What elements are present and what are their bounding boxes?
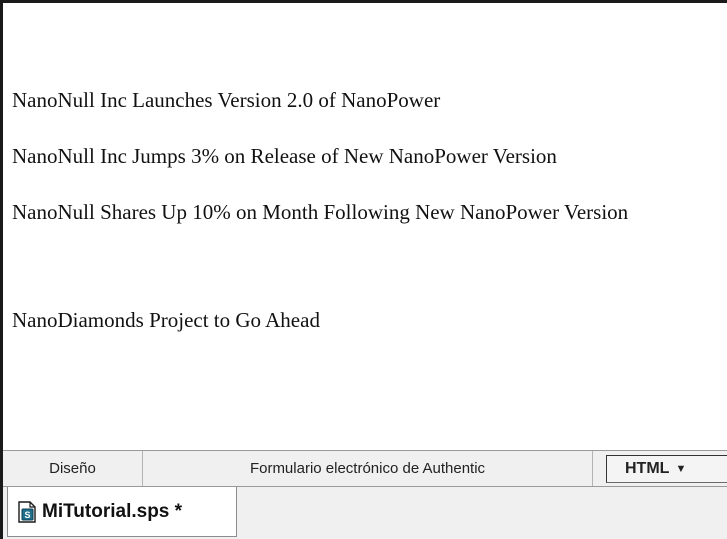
tab-html-label: HTML	[625, 460, 670, 477]
document-tab-bar: S MiTutorial.sps *	[3, 486, 727, 539]
sps-file-icon: S	[18, 500, 36, 523]
headline-3: NanoNull Shares Up 10% on Month Followin…	[12, 200, 629, 224]
tab-authentic[interactable]: Formulario electrónico de Authentic	[143, 451, 593, 487]
tab-html[interactable]: HTML ▼	[606, 455, 727, 483]
document-tab-label: MiTutorial.sps *	[42, 500, 183, 522]
view-tab-bar: Diseño Formulario electrónico de Authent…	[3, 450, 727, 487]
headline-1: NanoNull Inc Launches Version 2.0 of Nan…	[12, 88, 441, 112]
headline-4: NanoDiamonds Project to Go Ahead	[12, 308, 320, 332]
chevron-down-icon[interactable]: ▼	[675, 456, 686, 482]
svg-text:S: S	[24, 510, 30, 520]
tab-design[interactable]: Diseño	[3, 451, 143, 487]
headline-2: NanoNull Inc Jumps 3% on Release of New …	[12, 144, 557, 168]
document-tab[interactable]: S MiTutorial.sps *	[7, 487, 237, 537]
